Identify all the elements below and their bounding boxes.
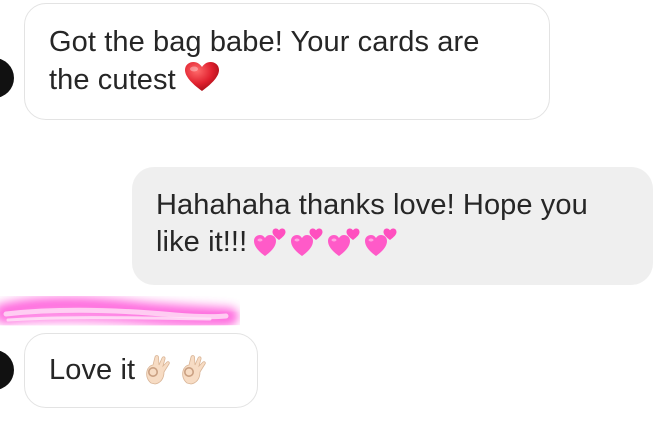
message-text-line: Got the bag babe! Your cards are (49, 26, 480, 58)
two-hearts-icon (328, 228, 360, 256)
message-bubble-incoming[interactable]: Love it (24, 333, 258, 408)
ok-hand-emoji-group (143, 353, 215, 395)
username-redaction-scribble (0, 297, 238, 328)
message-bubble-incoming[interactable]: Got the bag babe! Your cards are the cut… (24, 3, 550, 120)
two-hearts-icon (291, 228, 323, 256)
two-hearts-icon (365, 228, 397, 256)
sender-avatar[interactable] (0, 58, 14, 98)
message-text-line: Hahahaha thanks love! Hope you (156, 189, 588, 221)
message-text-line: like it!!! (156, 224, 631, 268)
message-text-line: the cutest (49, 61, 527, 103)
ok-hand-icon (146, 355, 170, 385)
message-bubble-outgoing[interactable]: Hahahaha thanks love! Hope you like it!!… (132, 167, 653, 285)
two-hearts-emoji-group (253, 226, 401, 268)
sender-avatar[interactable] (0, 350, 14, 390)
ok-hand-icon (182, 355, 206, 385)
message-text-line: Love it (49, 352, 237, 395)
two-hearts-icon (254, 228, 286, 256)
red-heart-icon (184, 61, 220, 103)
